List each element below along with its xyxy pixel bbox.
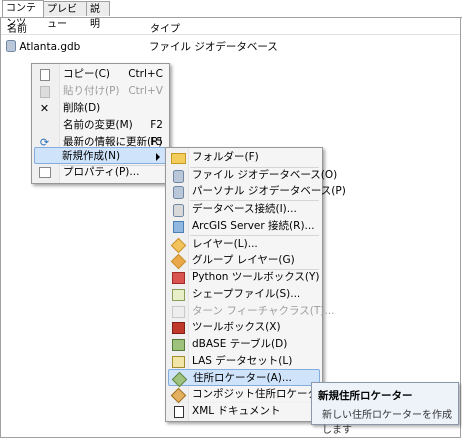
submenu-item-python-toolbox[interactable]: Python ツールボックス(Y) bbox=[168, 269, 320, 286]
context-menu: コピー(C) Ctrl+C 貼り付け(P) Ctrl+V ✕ 削除(D) 名前の… bbox=[31, 63, 170, 184]
geodatabase-icon bbox=[6, 40, 16, 52]
submenu-item-xml-document[interactable]: XML ドキュメント bbox=[168, 403, 320, 420]
properties-icon bbox=[37, 165, 52, 180]
new-submenu-tail: XML ドキュメント bbox=[165, 403, 323, 422]
las-dataset-icon bbox=[171, 354, 186, 369]
shapefile-icon bbox=[171, 287, 186, 302]
submenu-item-arcgis-server[interactable]: ArcGIS Server 接続(R)... bbox=[168, 218, 320, 235]
list-item[interactable]: Atlanta.gdb bbox=[6, 38, 80, 53]
menu-item-copy[interactable]: コピー(C) Ctrl+C bbox=[34, 66, 167, 83]
column-header-name[interactable]: 名前 bbox=[7, 20, 27, 35]
tab-description[interactable]: 説明 bbox=[86, 1, 110, 30]
submenu-item-database-connection[interactable]: データベース接続(I)... bbox=[168, 201, 320, 218]
xml-document-icon bbox=[171, 404, 186, 419]
address-locator-icon bbox=[171, 371, 188, 388]
submenu-item-toolbox[interactable]: ツールボックス(X) bbox=[168, 319, 320, 336]
submenu-item-file-geodatabase[interactable]: ファイル ジオデータベース(O) bbox=[168, 167, 337, 184]
database-connection-icon bbox=[171, 202, 186, 217]
submenu-item-group-layer[interactable]: グループ レイヤー(G) bbox=[168, 252, 320, 270]
menu-item-rename[interactable]: 名前の変更(M) F2 bbox=[34, 117, 167, 134]
paste-icon bbox=[37, 84, 52, 99]
personal-geodatabase-icon bbox=[171, 184, 186, 199]
menu-item-delete[interactable]: ✕ 削除(D) bbox=[34, 100, 167, 117]
tab-preview[interactable]: プレビュー bbox=[43, 1, 87, 30]
item-type: ファイル ジオデータベース bbox=[149, 41, 278, 53]
submenu-item-composite-locator[interactable]: コンポジット住所ロケーター(C)... bbox=[168, 386, 354, 404]
toolbox-icon bbox=[171, 320, 186, 335]
tooltip: 新規住所ロケーター 新しい住所ロケーターを作成します bbox=[311, 382, 459, 436]
composite-locator-icon bbox=[170, 387, 187, 404]
file-geodatabase-icon bbox=[171, 168, 186, 183]
dbase-table-icon bbox=[171, 337, 186, 352]
tooltip-text: 新しい住所ロケーターを作成します bbox=[322, 410, 452, 436]
group-layer-icon bbox=[170, 253, 187, 270]
arcgis-server-icon bbox=[171, 219, 186, 234]
submenu-item-turn-feature-class[interactable]: ターン フィーチャクラス(T)... bbox=[168, 303, 334, 320]
tab-contents[interactable]: コンテンツ bbox=[2, 0, 44, 29]
copy-icon bbox=[37, 67, 52, 82]
column-header-row: 名前 タイプ bbox=[1, 18, 460, 35]
python-toolbox-icon bbox=[171, 270, 186, 285]
submenu-item-personal-geodatabase[interactable]: パーソナル ジオデータベース(P) bbox=[168, 183, 346, 200]
delete-icon: ✕ bbox=[39, 102, 50, 115]
submenu-item-layer[interactable]: レイヤー(L)... bbox=[168, 236, 320, 254]
menu-item-new[interactable]: 新規作成(N) bbox=[34, 147, 167, 164]
menu-item-paste[interactable]: 貼り付け(P) Ctrl+V bbox=[34, 83, 167, 100]
tab-strip: コンテンツ プレビュー 説明 bbox=[0, 0, 462, 30]
submenu-item-las-dataset[interactable]: LAS データセット(L) bbox=[168, 353, 320, 370]
layer-icon bbox=[170, 237, 187, 254]
item-name: Atlanta.gdb bbox=[19, 41, 81, 53]
submenu-item-dbase-table[interactable]: dBASE テーブル(D) bbox=[168, 336, 320, 353]
folder-icon bbox=[171, 150, 186, 165]
submenu-arrow-icon bbox=[156, 153, 160, 161]
submenu-item-address-locator[interactable]: 住所ロケーター(A)... bbox=[168, 369, 320, 388]
submenu-item-folder[interactable]: フォルダー(F) bbox=[168, 149, 320, 166]
new-submenu: フォルダー(F) ファイル ジオデータベース(O) パーソナル ジオデータベース… bbox=[165, 147, 354, 409]
tooltip-title: 新規住所ロケーター bbox=[318, 390, 413, 402]
column-header-type[interactable]: タイプ bbox=[150, 20, 180, 35]
menu-item-properties[interactable]: プロパティ(P)... bbox=[34, 164, 167, 181]
turn-feature-class-icon bbox=[171, 304, 186, 319]
submenu-item-shapefile[interactable]: シェープファイル(S)... bbox=[168, 286, 320, 303]
